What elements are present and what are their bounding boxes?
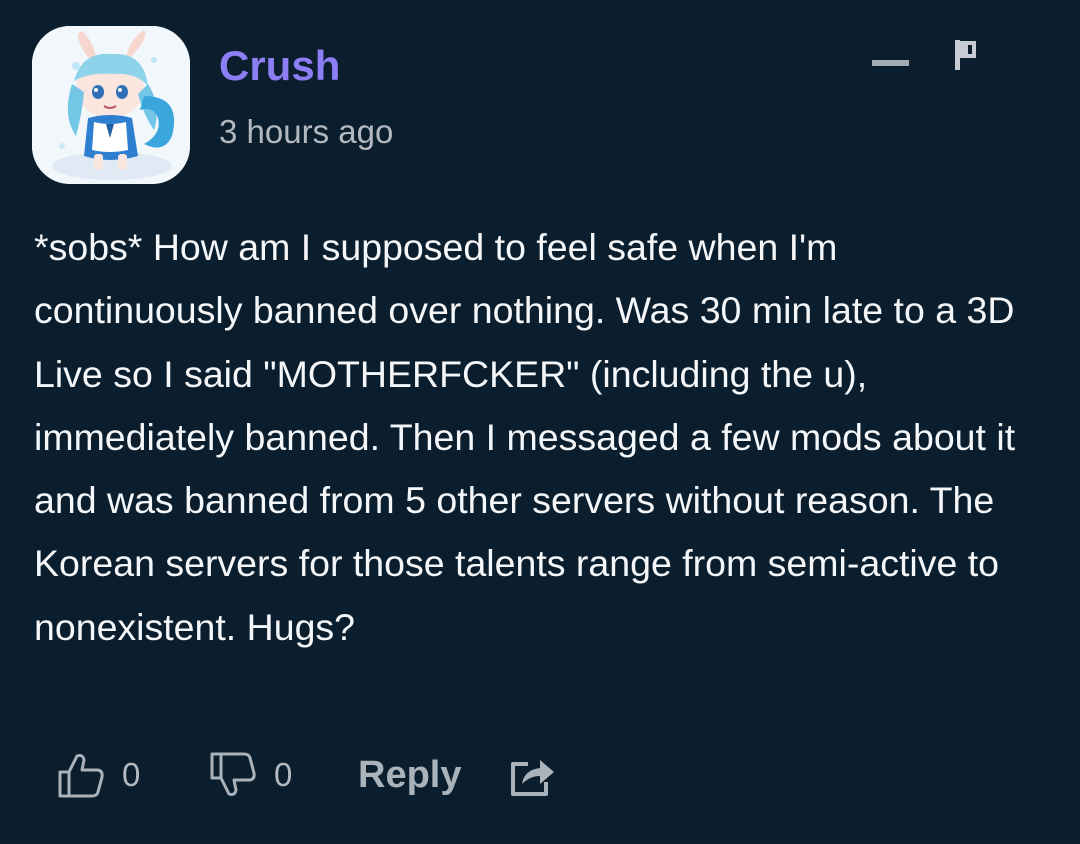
report-button[interactable] bbox=[944, 36, 988, 76]
avatar[interactable] bbox=[32, 26, 190, 184]
comment-actions: 0 0 Reply bbox=[0, 740, 1080, 810]
like-count: 0 bbox=[122, 756, 141, 793]
like-button[interactable]: 0 bbox=[56, 740, 140, 810]
thumbs-down-icon bbox=[210, 752, 256, 796]
collapse-button[interactable] bbox=[866, 42, 916, 82]
dislike-count: 0 bbox=[274, 756, 293, 793]
comment-card: Crush 3 hours ago *sobs* How am I suppos… bbox=[0, 0, 1080, 844]
timestamp: 3 hours ago bbox=[219, 113, 394, 150]
share-button[interactable] bbox=[508, 754, 558, 800]
minus-icon bbox=[872, 60, 909, 66]
username[interactable]: Crush bbox=[219, 40, 340, 92]
share-icon bbox=[511, 760, 554, 796]
thumbs-up-icon bbox=[58, 754, 104, 798]
comment-body: *sobs* How am I supposed to feel safe wh… bbox=[34, 226, 1016, 648]
reply-button[interactable]: Reply bbox=[358, 750, 461, 800]
flag-icon bbox=[955, 40, 976, 70]
dislike-button[interactable]: 0 bbox=[208, 740, 292, 810]
avatar-image bbox=[32, 26, 190, 184]
